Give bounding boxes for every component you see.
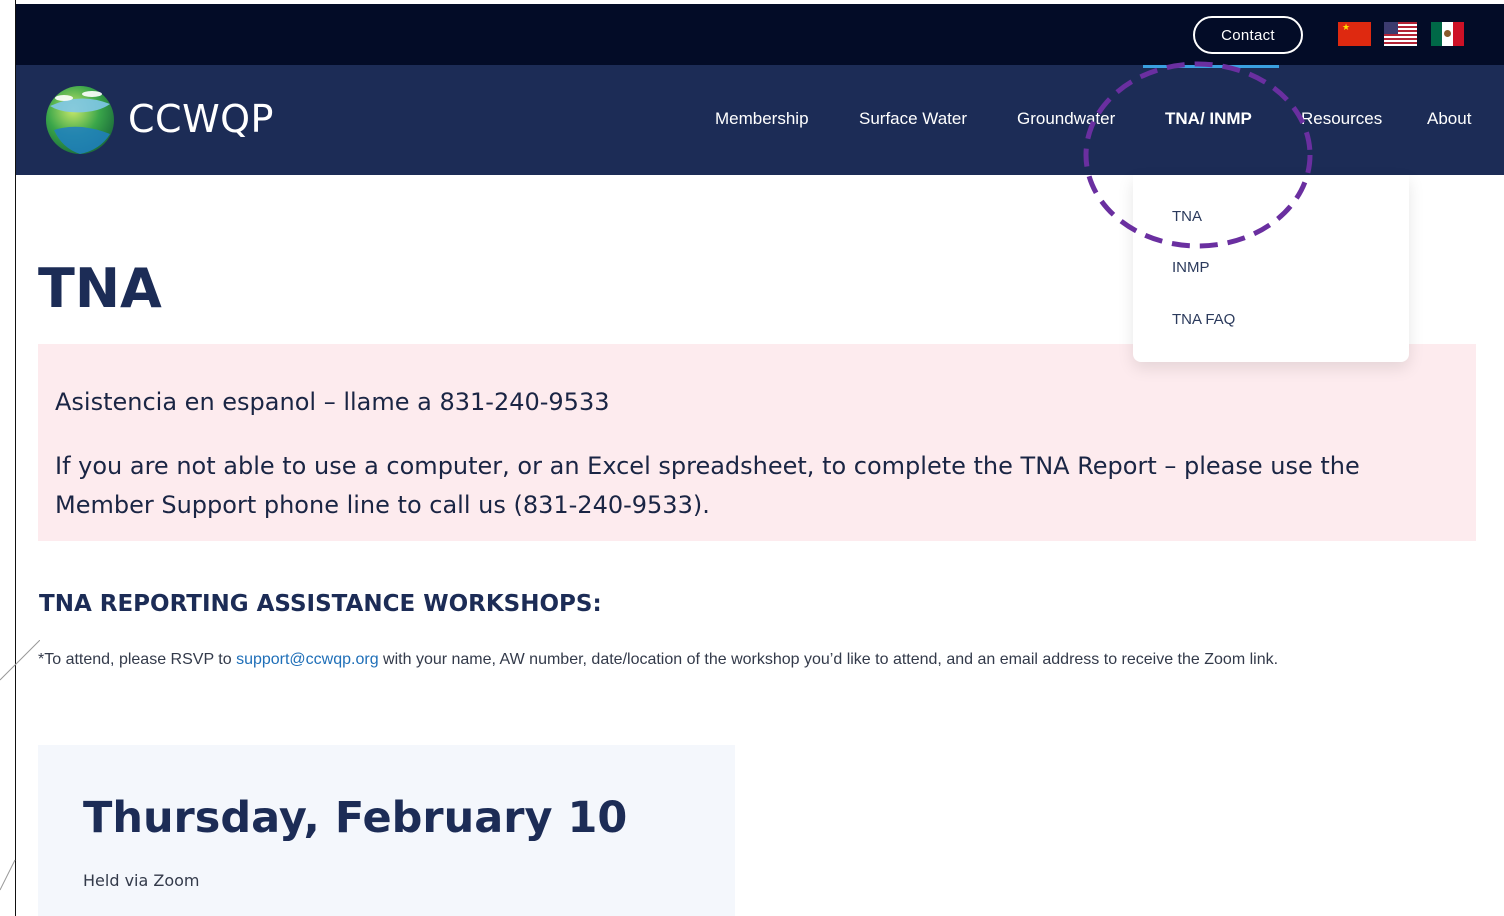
nav-item-about[interactable]: About (1427, 108, 1471, 130)
support-email-link[interactable]: support@ccwqp.org (236, 651, 379, 668)
workshops-heading: TNA REPORTING ASSISTANCE WORKSHOPS: (39, 591, 602, 617)
ccwqp-globe-logo-icon[interactable] (40, 84, 120, 156)
page-title: TNA (38, 257, 162, 320)
nav-item-membership[interactable]: Membership (715, 108, 809, 130)
decorative-diagonal-lines (0, 640, 40, 891)
event-date: Thursday, February 10 (83, 793, 628, 843)
usa-flag-icon[interactable] (1384, 22, 1417, 46)
active-nav-indicator (1143, 65, 1279, 68)
rsvp-instructions: *To attend, please RSVP to support@ccwqp… (38, 645, 1488, 674)
dropdown-item-inmp[interactable]: INMP (1172, 258, 1210, 278)
contact-button[interactable]: Contact (1193, 16, 1303, 54)
nav-item-surface-water[interactable]: Surface Water (859, 108, 967, 130)
event-location: Held via Zoom (83, 871, 200, 890)
page: Contact ★ CCWQP Membership Surface Water… (0, 0, 1504, 916)
mexico-flag-icon[interactable] (1431, 22, 1464, 46)
rsvp-text-before: *To attend, please RSVP to (38, 651, 237, 668)
nav-item-resources[interactable]: Resources (1301, 108, 1382, 130)
dropdown-item-tna[interactable]: TNA (1172, 207, 1202, 227)
tna-inmp-dropdown-menu: TNA INMP TNA FAQ (1133, 175, 1409, 362)
site-logo-text[interactable]: CCWQP (128, 96, 274, 142)
dropdown-item-tna-faq[interactable]: TNA FAQ (1172, 310, 1235, 330)
notice-support-line: If you are not able to use a computer, o… (55, 452, 1360, 519)
china-flag-icon[interactable]: ★ (1338, 22, 1371, 46)
notice-spanish-line: Asistencia en espanol – llame a 831-240-… (55, 388, 610, 416)
nav-item-tna-inmp[interactable]: TNA/ INMP (1165, 108, 1252, 130)
nav-item-groundwater[interactable]: Groundwater (1017, 108, 1115, 130)
rsvp-text-after: with your name, AW number, date/location… (378, 651, 1279, 668)
